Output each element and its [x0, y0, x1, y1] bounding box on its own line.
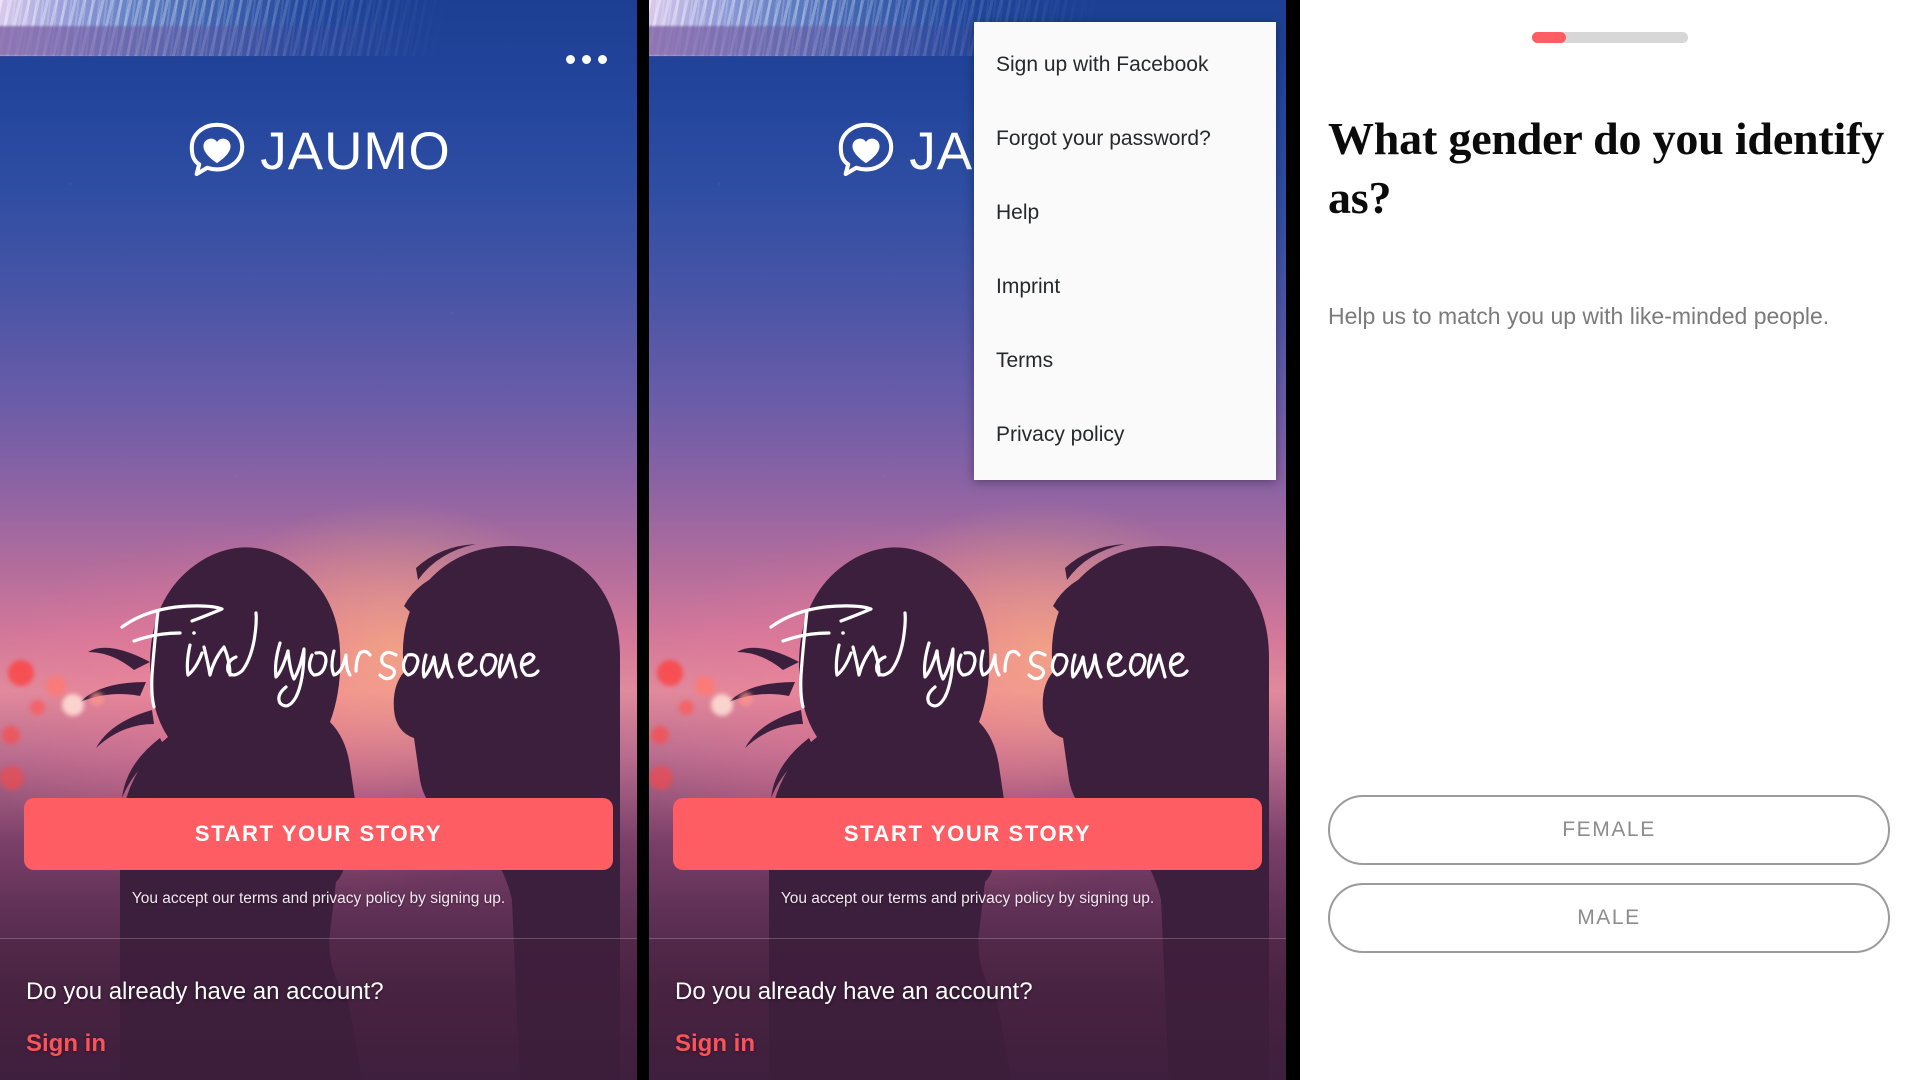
footer-divider — [649, 938, 1286, 939]
footer-scrim — [0, 938, 637, 1080]
gender-question-screen: What gender do you identify as? Help us … — [1300, 0, 1920, 1080]
terms-note: You accept our terms and privacy policy … — [131, 890, 506, 907]
jaumo-wordmark: JAUMO — [260, 121, 451, 181]
panel-divider — [1286, 0, 1300, 1080]
menu-item-imprint[interactable]: Imprint — [974, 250, 1276, 324]
start-your-story-button[interactable]: START YOUR STORY — [673, 798, 1262, 870]
speech-bubble-heart-icon — [835, 120, 897, 182]
brush-stroke-band-secondary — [0, 26, 421, 56]
page-title: What gender do you identify as? — [1328, 113, 1885, 223]
have-account-text: Do you already have an account? — [26, 978, 384, 1005]
menu-item-privacy-policy[interactable]: Privacy policy — [974, 398, 1276, 472]
welcome-screen: JAUMO START YOUR STORY You accept our te… — [0, 0, 637, 1080]
overflow-menu: Sign up with Facebook Forgot your passwo… — [974, 22, 1276, 480]
jaumo-logo: JAUMO — [0, 120, 637, 182]
sign-in-link[interactable]: Sign in — [675, 1030, 755, 1058]
terms-note: You accept our terms and privacy policy … — [780, 890, 1155, 907]
onboarding-progress-fill — [1532, 32, 1567, 43]
menu-item-forgot-your-password[interactable]: Forgot your password? — [974, 102, 1276, 176]
panel-divider — [637, 0, 649, 1080]
tagline-script — [0, 596, 637, 716]
menu-item-help[interactable]: Help — [974, 176, 1276, 250]
footer-scrim — [649, 938, 1286, 1080]
more-horizontal-icon[interactable] — [563, 42, 609, 76]
tagline-script — [649, 596, 1286, 716]
bokeh-light — [651, 726, 669, 744]
bokeh-light — [649, 766, 673, 790]
onboarding-progress-bar[interactable] — [1532, 32, 1688, 43]
speech-bubble-heart-icon — [186, 120, 248, 182]
bokeh-light — [2, 726, 20, 744]
menu-item-terms[interactable]: Terms — [974, 324, 1276, 398]
have-account-text: Do you already have an account? — [675, 978, 1033, 1005]
screenshot-stage: JAUMO START YOUR STORY You accept our te… — [0, 0, 1920, 1080]
page-subtitle: Help us to match you up with like-minded… — [1328, 303, 1830, 329]
gender-option-female[interactable]: FEMALE — [1328, 795, 1890, 865]
sign-in-link[interactable]: Sign in — [26, 1030, 106, 1058]
gender-option-male[interactable]: MALE — [1328, 883, 1890, 953]
start-your-story-button[interactable]: START YOUR STORY — [24, 798, 613, 870]
menu-item-sign-up-with-facebook[interactable]: Sign up with Facebook — [974, 28, 1276, 102]
footer-divider — [0, 938, 637, 939]
welcome-screen-with-menu: JAUMO — [649, 0, 1286, 1080]
bokeh-light — [0, 766, 24, 790]
